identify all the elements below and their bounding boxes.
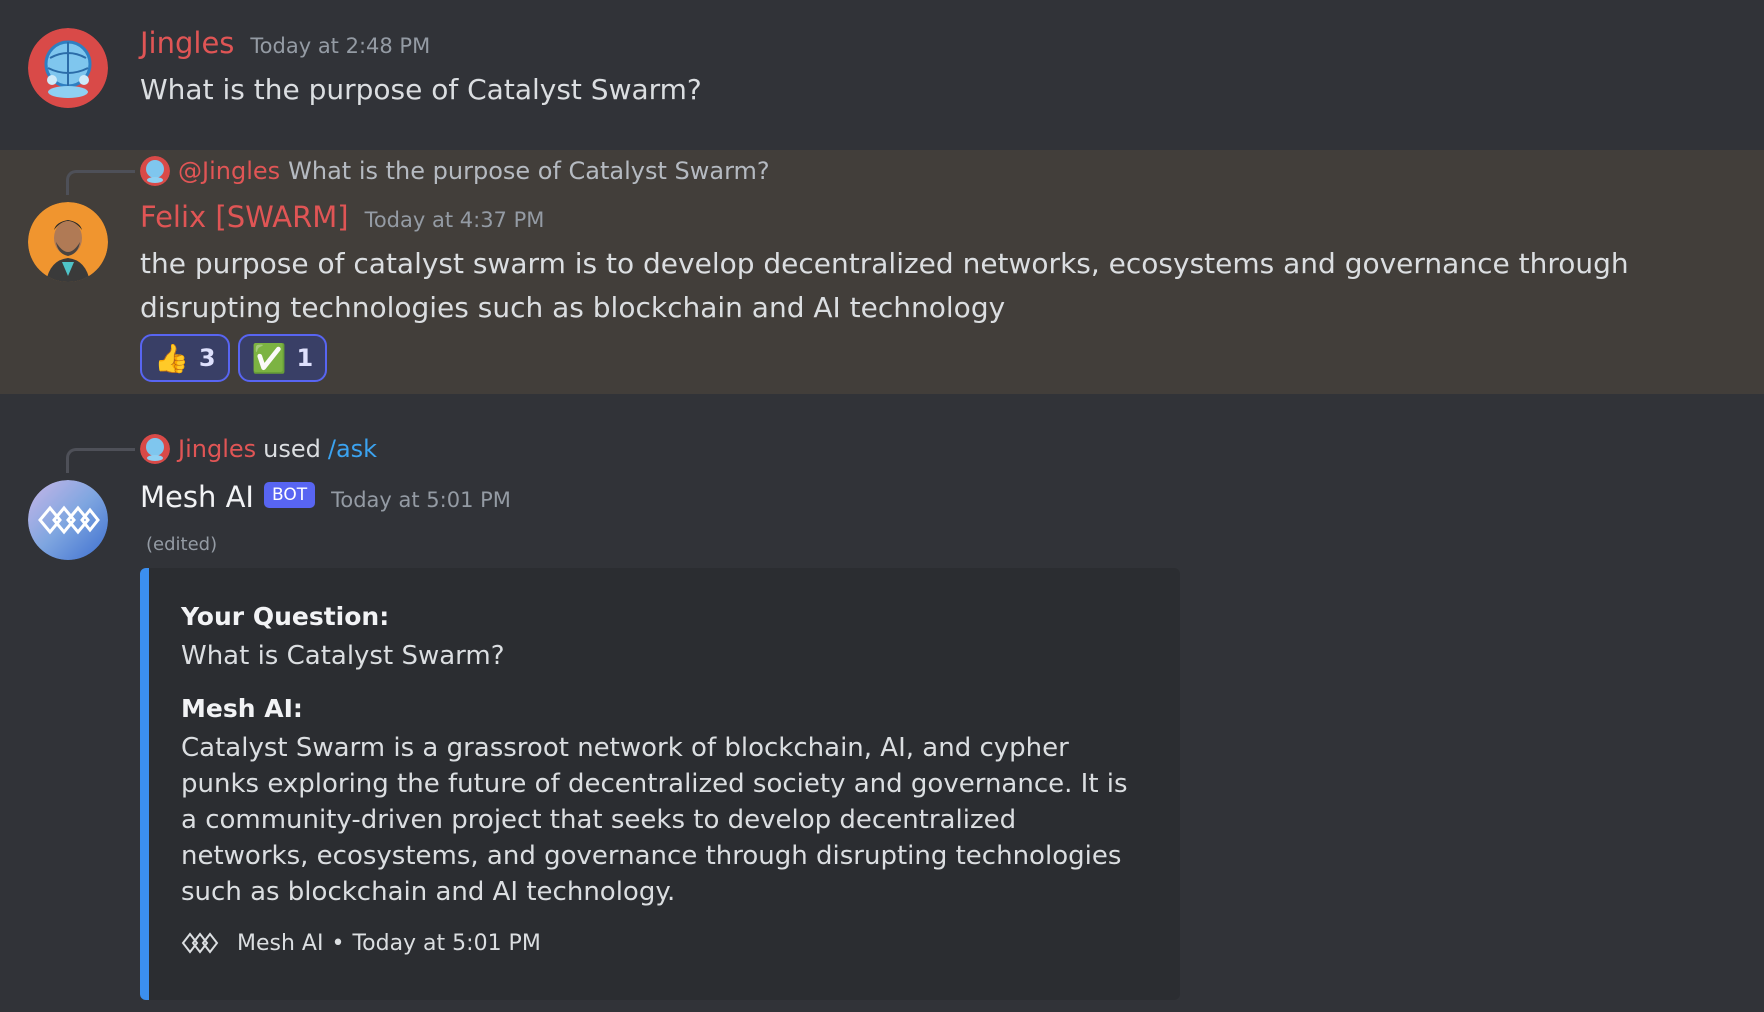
reaction-count: 1 — [296, 344, 314, 372]
interaction-user[interactable]: Jingles — [178, 435, 256, 463]
embed-question-label: Your Question: — [181, 602, 390, 631]
message-timestamp[interactable]: Today at 5:01 PM — [331, 488, 511, 512]
embed-question-value: What is Catalyst Swarm? — [181, 641, 505, 671]
message-content: What is the purpose of Catalyst Swarm? — [140, 73, 702, 106]
embed-footer-time: Today at 5:01 PM — [352, 930, 541, 956]
person-avatar-icon — [28, 202, 108, 282]
message-timestamp[interactable]: Today at 2:48 PM — [250, 34, 430, 58]
reaction-count: 3 — [198, 344, 216, 372]
embed-answer-label: Mesh AI: — [181, 694, 303, 723]
username-jingles[interactable]: Jingles — [140, 26, 234, 60]
mesh-ai-logo-avatar-icon — [28, 480, 108, 560]
message-content: the purpose of catalyst swarm is to deve… — [140, 247, 1629, 324]
interaction-command[interactable]: /ask — [328, 435, 377, 463]
reply-mention[interactable]: @Jingles — [178, 157, 280, 185]
message-mesh-ai: Jingles used /ask Mesh AI BOT Today at 5… — [0, 394, 1764, 1012]
interaction-header: Jingles used /ask — [140, 434, 377, 464]
interaction-connector — [66, 448, 135, 473]
author-line: Mesh AI BOT Today at 5:01 PM — [140, 480, 511, 514]
reply-preview[interactable]: @Jingles What is the purpose of Catalyst… — [140, 156, 770, 186]
mesh-ai-logo-icon — [181, 932, 219, 954]
thumbs-up-icon: 👍 — [154, 341, 189, 375]
reply-text[interactable]: What is the purpose of Catalyst Swarm? — [288, 157, 770, 185]
crystal-ball-avatar-icon — [28, 28, 108, 108]
bot-embed: Your Question: What is Catalyst Swarm? M… — [140, 568, 1180, 1000]
embed-answer-value: Catalyst Swarm is a grassroot network of… — [181, 733, 1128, 907]
message-jingles: Jingles Today at 2:48 PM What is the pur… — [0, 0, 1764, 150]
embed-footer: Mesh AI • Today at 5:01 PM — [181, 930, 541, 956]
crystal-ball-icon — [140, 156, 170, 186]
reaction-thumbs-up[interactable]: 👍 3 — [140, 334, 230, 382]
mesh-ai-avatar[interactable] — [28, 480, 108, 560]
embed-footer-name: Mesh AI — [237, 930, 324, 956]
username-felix[interactable]: Felix [SWARM] — [140, 200, 349, 234]
reactions-bar: 👍 3 ✅ 1 — [140, 334, 328, 382]
chat-message-list: Jingles Today at 2:48 PM What is the pur… — [0, 0, 1764, 1012]
embed-footer-separator: • — [331, 930, 345, 956]
jingles-mini-avatar — [140, 434, 170, 464]
felix-avatar[interactable] — [28, 202, 108, 282]
message-timestamp[interactable]: Today at 4:37 PM — [365, 208, 545, 232]
crystal-ball-icon — [140, 434, 170, 464]
reply-connector — [66, 170, 135, 195]
interaction-used-label: used — [263, 435, 321, 463]
reaction-check-mark[interactable]: ✅ 1 — [237, 334, 328, 382]
jingles-avatar[interactable] — [28, 28, 108, 108]
author-line: Jingles Today at 2:48 PM — [140, 26, 430, 60]
bot-tag: BOT — [263, 482, 316, 508]
author-line: Felix [SWARM] Today at 4:37 PM — [140, 200, 544, 234]
check-mark-icon: ✅ — [251, 341, 287, 375]
username-mesh-ai[interactable]: Mesh AI — [140, 480, 254, 514]
message-felix: @Jingles What is the purpose of Catalyst… — [0, 150, 1764, 394]
edited-label[interactable]: (edited) — [146, 534, 217, 555]
jingles-mini-avatar — [140, 156, 170, 186]
